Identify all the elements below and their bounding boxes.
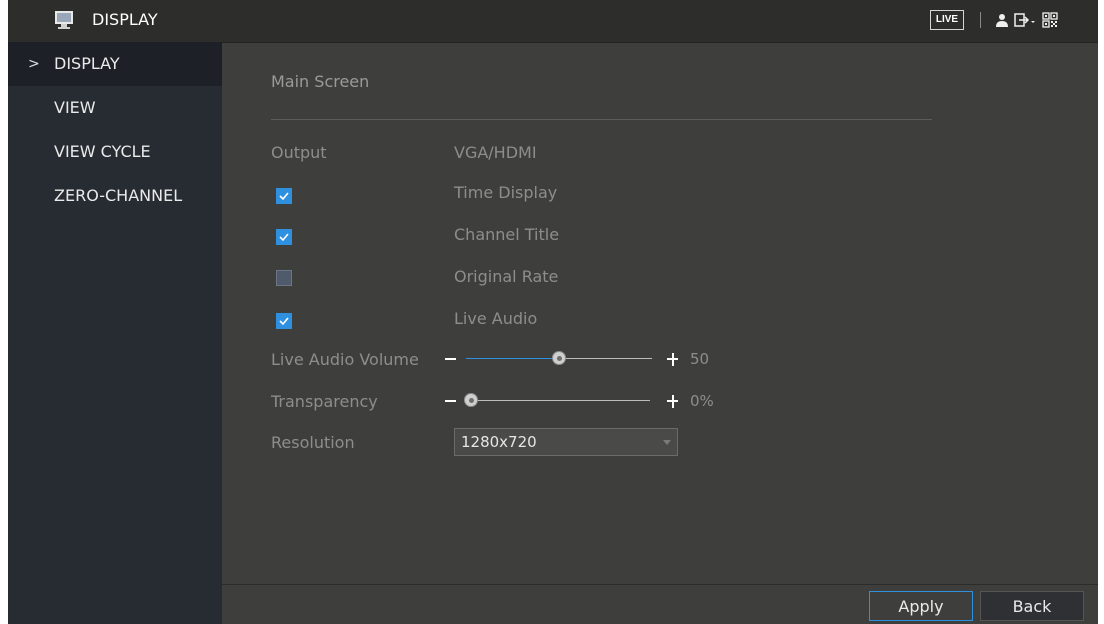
checkmark-icon (279, 192, 289, 201)
section-divider (271, 119, 932, 120)
sidebar-item-label: VIEW CYCLE (54, 142, 151, 161)
monitor-icon (54, 10, 74, 30)
sidebar-item-label: VIEW (54, 98, 96, 117)
resolution-label: Resolution (271, 433, 355, 452)
volume-plus-button[interactable] (666, 348, 680, 370)
top-bar: DISPLAY LIVE (8, 0, 1098, 43)
live-audio-volume-label: Live Audio Volume (271, 350, 419, 369)
page-title: DISPLAY (92, 10, 158, 29)
sidebar-item-zero-channel[interactable]: ZERO-CHANNEL (8, 174, 222, 218)
sidebar-item-label: ZERO-CHANNEL (54, 186, 183, 205)
section-title: Main Screen (271, 72, 370, 91)
resolution-select[interactable]: 1280x720 (454, 428, 678, 456)
logout-icon[interactable] (1014, 12, 1036, 28)
original-rate-label: Original Rate (454, 267, 559, 286)
channel-title-label: Channel Title (454, 225, 560, 244)
transparency-track[interactable] (464, 393, 650, 407)
live-button[interactable]: LIVE (930, 10, 964, 30)
toolbar-divider (980, 12, 981, 28)
qr-code-icon[interactable] (1042, 12, 1058, 28)
checkmark-icon (279, 317, 289, 326)
volume-minus-button[interactable] (444, 348, 458, 370)
sidebar-item-view-cycle[interactable]: VIEW CYCLE (8, 130, 222, 174)
sidebar-item-label: DISPLAY (54, 54, 120, 73)
time-display-label: Time Display (454, 183, 558, 202)
output-label: Output (271, 143, 327, 162)
original-rate-checkbox[interactable] (276, 270, 292, 286)
checkmark-icon (279, 233, 289, 242)
channel-title-checkbox[interactable] (276, 229, 292, 245)
volume-slider-handle[interactable] (552, 351, 566, 365)
volume-fill (466, 358, 559, 359)
sidebar-item-display[interactable]: > DISPLAY (8, 42, 222, 86)
transparency-plus-button[interactable] (666, 390, 680, 412)
transparency-slider: 0% (444, 390, 724, 412)
time-display-checkbox[interactable] (276, 188, 292, 204)
sidebar: > DISPLAY VIEW VIEW CYCLE ZERO-CHANNEL (8, 42, 222, 624)
transparency-label: Transparency (271, 392, 378, 411)
live-audio-label: Live Audio (454, 309, 538, 328)
footer-divider (222, 584, 1098, 585)
apply-button[interactable]: Apply (869, 591, 973, 621)
live-audio-checkbox[interactable] (276, 313, 292, 329)
chevron-right-icon: > (28, 56, 40, 72)
dropdown-caret-icon (663, 440, 671, 445)
live-audio-volume-slider: 50 (444, 348, 724, 370)
app-window: DISPLAY LIVE > DISPLAY VIEW VIEW CYCLE Z… (8, 0, 1098, 624)
transparency-minus-button[interactable] (444, 390, 458, 412)
output-value: VGA/HDMI (454, 143, 537, 162)
resolution-value: 1280x720 (461, 433, 537, 451)
user-icon[interactable] (994, 12, 1010, 28)
transparency-value: 0% (690, 392, 714, 410)
volume-value: 50 (690, 350, 710, 368)
sidebar-item-view[interactable]: VIEW (8, 86, 222, 130)
volume-track[interactable] (466, 351, 652, 365)
back-button[interactable]: Back (980, 591, 1084, 621)
transparency-slider-handle[interactable] (464, 393, 478, 407)
